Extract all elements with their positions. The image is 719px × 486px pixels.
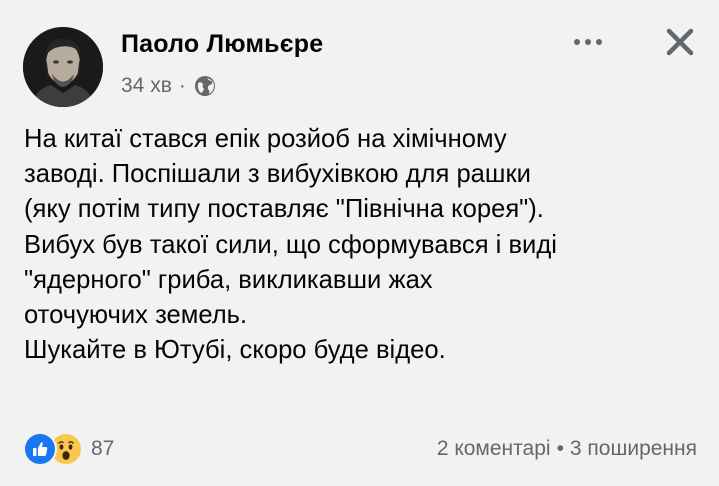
post-text-line: На китаї стався епік розйоб на хімічному — [24, 125, 507, 153]
post-meta: 34 хв · — [121, 74, 216, 98]
meta-separator: · — [178, 74, 186, 97]
post-time[interactable]: 34 хв — [121, 74, 172, 98]
post-text-line: оточуючих земель. — [24, 301, 248, 330]
more-options-icon[interactable] — [566, 30, 610, 54]
post-text-line: "ядерного" гриба, викликавши жах — [24, 265, 433, 294]
avatar[interactable] — [23, 27, 103, 107]
post-text-line: заводі. Поспішали з вибухівкою для рашки — [24, 160, 531, 189]
comments-link[interactable]: 2 коментарі — [437, 437, 551, 461]
engagement-stats: 2 коментарі • 3 поширення — [437, 437, 697, 461]
author-name[interactable]: Паоло Люмьєре — [121, 30, 323, 59]
shares-link[interactable]: 3 поширення — [570, 437, 697, 461]
post-text-line: Вибух був такої сили, що сформувався і в… — [24, 230, 557, 259]
reaction-count: 87 — [91, 437, 115, 460]
post-text-line: Шукайте в Ютубі, скоро буде відео. — [24, 336, 446, 365]
like-icon — [23, 432, 57, 466]
post-card: Паоло Люмьєре 34 хв · На китаї стався еп… — [0, 0, 719, 486]
close-icon[interactable] — [659, 21, 701, 63]
dot-icon — [596, 39, 602, 45]
post-text: На китаї стався епік розйоб на хімічному… — [24, 122, 704, 368]
stats-separator: • — [556, 437, 564, 460]
dot-icon — [574, 39, 580, 45]
dot-icon — [585, 39, 591, 45]
post-text-line: (яку потім типу поставляє "Північна коре… — [24, 195, 544, 224]
globe-icon — [194, 75, 216, 97]
avatar-photo — [23, 27, 103, 107]
reactions-summary[interactable]: 87 — [23, 432, 114, 466]
